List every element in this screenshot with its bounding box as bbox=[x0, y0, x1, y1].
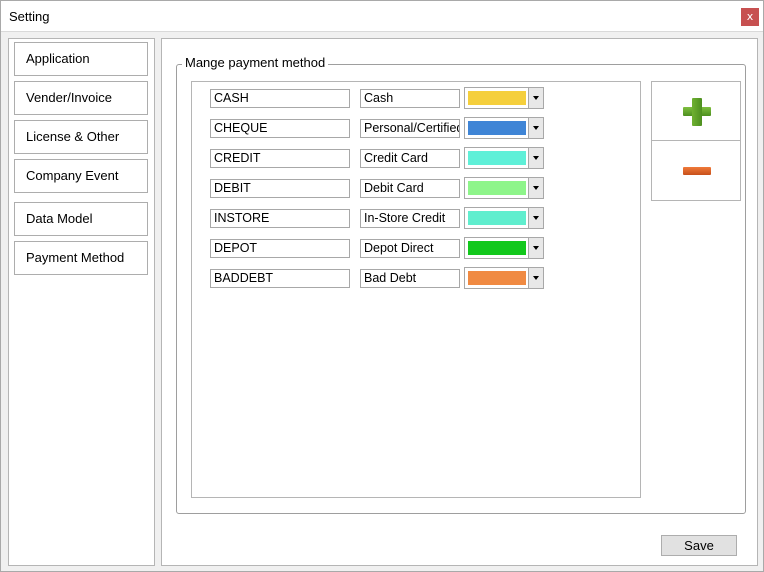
minus-icon bbox=[683, 167, 711, 175]
payment-row: DEPOT Depot Direct bbox=[192, 237, 642, 259]
chevron-down-icon[interactable] bbox=[528, 148, 543, 168]
sidebar-item-payment-method[interactable]: Payment Method bbox=[14, 241, 148, 275]
payment-row: CHEQUE Personal/Certified bbox=[192, 117, 642, 139]
color-swatch bbox=[468, 271, 526, 285]
payment-code-field[interactable]: DEBIT bbox=[210, 179, 350, 198]
payment-name-field[interactable]: In-Store Credit bbox=[360, 209, 460, 228]
payment-code-field[interactable]: BADDEBT bbox=[210, 269, 350, 288]
color-picker-combo[interactable] bbox=[464, 147, 544, 169]
payment-row: DEBIT Debit Card bbox=[192, 177, 642, 199]
color-swatch bbox=[468, 121, 526, 135]
payment-name-field[interactable]: Depot Direct bbox=[360, 239, 460, 258]
color-swatch bbox=[468, 91, 526, 105]
color-picker-combo[interactable] bbox=[464, 237, 544, 259]
payment-name-field[interactable]: Credit Card bbox=[360, 149, 460, 168]
payment-row: BADDEBT Bad Debt bbox=[192, 267, 642, 289]
color-swatch bbox=[468, 151, 526, 165]
color-picker-combo[interactable] bbox=[464, 207, 544, 229]
sidebar-item-data-model[interactable]: Data Model bbox=[14, 202, 148, 236]
color-picker-combo[interactable] bbox=[464, 177, 544, 199]
settings-sidebar: Application Vender/Invoice License & Oth… bbox=[8, 38, 155, 566]
payment-row: CASH Cash bbox=[192, 87, 642, 109]
color-swatch bbox=[468, 241, 526, 255]
payment-method-list: CASH Cash CHEQUE Personal/Certified CRED… bbox=[191, 81, 641, 498]
sidebar-item-application[interactable]: Application bbox=[14, 42, 148, 76]
close-button[interactable]: x bbox=[741, 8, 759, 26]
chevron-down-icon[interactable] bbox=[528, 268, 543, 288]
payment-name-field[interactable]: Cash bbox=[360, 89, 460, 108]
color-picker-combo[interactable] bbox=[464, 87, 544, 109]
payment-code-field[interactable]: DEPOT bbox=[210, 239, 350, 258]
window-title: Setting bbox=[9, 9, 50, 24]
payment-method-group: Mange payment method CASH Cash CHEQUE Pe… bbox=[176, 55, 746, 514]
settings-window: Setting x Application Vender/Invoice Lic… bbox=[0, 0, 764, 572]
color-picker-combo[interactable] bbox=[464, 117, 544, 139]
payment-row: CREDIT Credit Card bbox=[192, 147, 642, 169]
payment-name-field[interactable]: Personal/Certified bbox=[360, 119, 460, 138]
sidebar-item-company-event[interactable]: Company Event bbox=[14, 159, 148, 193]
payment-code-field[interactable]: CREDIT bbox=[210, 149, 350, 168]
chevron-down-icon[interactable] bbox=[528, 208, 543, 228]
color-swatch bbox=[468, 211, 526, 225]
remove-payment-method-button[interactable] bbox=[652, 141, 740, 200]
payment-name-field[interactable]: Bad Debt bbox=[360, 269, 460, 288]
payment-code-field[interactable]: CASH bbox=[210, 89, 350, 108]
title-bar: Setting x bbox=[1, 1, 763, 32]
color-picker-combo[interactable] bbox=[464, 267, 544, 289]
payment-name-field[interactable]: Debit Card bbox=[360, 179, 460, 198]
add-payment-method-button[interactable] bbox=[652, 82, 740, 141]
payment-row: INSTORE In-Store Credit bbox=[192, 207, 642, 229]
chevron-down-icon[interactable] bbox=[528, 118, 543, 138]
group-title: Mange payment method bbox=[182, 55, 329, 70]
chevron-down-icon[interactable] bbox=[528, 88, 543, 108]
chevron-down-icon[interactable] bbox=[528, 178, 543, 198]
save-button[interactable]: Save bbox=[661, 535, 737, 556]
add-remove-panel bbox=[651, 81, 741, 201]
color-swatch bbox=[468, 181, 526, 195]
chevron-down-icon[interactable] bbox=[528, 238, 543, 258]
sidebar-item-license-other[interactable]: License & Other bbox=[14, 120, 148, 154]
payment-code-field[interactable]: CHEQUE bbox=[210, 119, 350, 138]
main-panel: Mange payment method CASH Cash CHEQUE Pe… bbox=[161, 38, 758, 566]
payment-code-field[interactable]: INSTORE bbox=[210, 209, 350, 228]
sidebar-item-vender-invoice[interactable]: Vender/Invoice bbox=[14, 81, 148, 115]
